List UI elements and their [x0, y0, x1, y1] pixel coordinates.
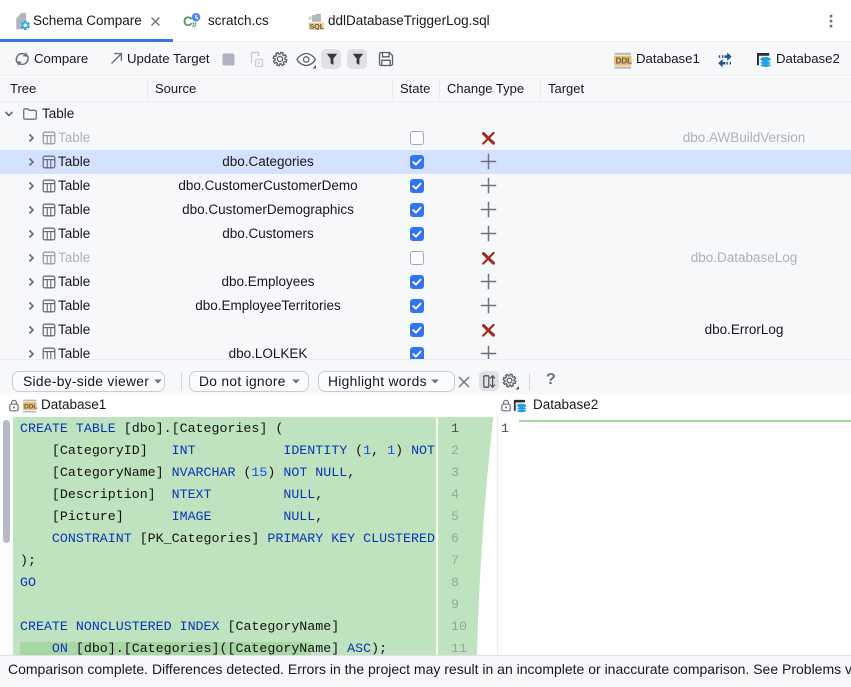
svg-text:DDL: DDL: [616, 57, 633, 66]
svg-text:DDL: DDL: [24, 403, 37, 410]
svg-text:SQL: SQL: [310, 24, 325, 30]
